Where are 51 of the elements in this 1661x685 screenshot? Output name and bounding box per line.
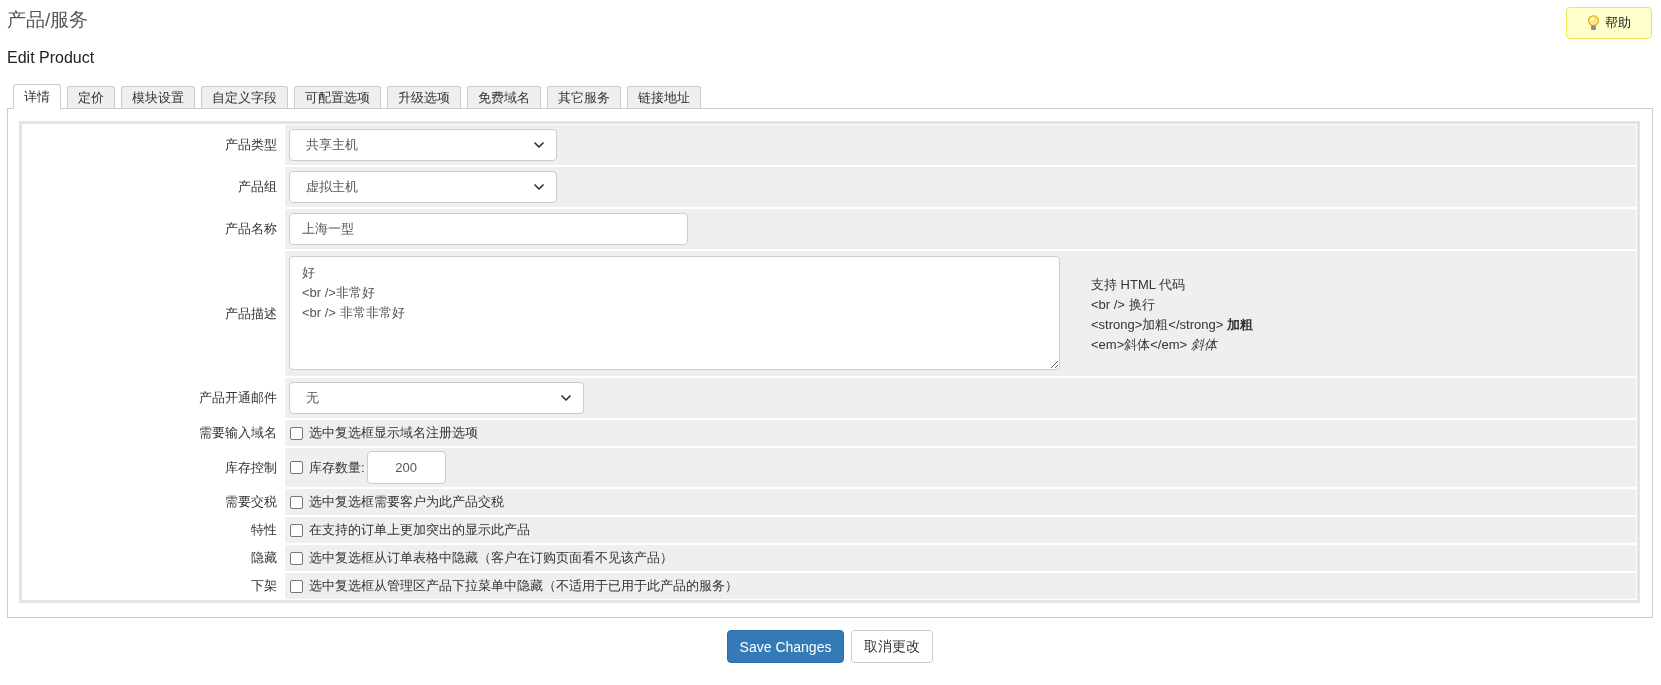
field-label: 产品名称: [225, 220, 277, 238]
tab[interactable]: 升级选项: [387, 86, 461, 108]
tab[interactable]: 其它服务: [547, 86, 621, 108]
checkbox-label: 选中复选框需要客户为此产品交税: [309, 493, 504, 511]
checkbox[interactable]: [290, 426, 303, 440]
tab[interactable]: 定价: [67, 86, 115, 108]
format-hint: <br /> 换行: [1091, 296, 1156, 314]
checkbox-label: 库存数量:: [309, 458, 365, 477]
chevron-down-icon: [534, 184, 544, 190]
checkbox-label: 选中复选框显示域名注册选项: [309, 424, 478, 442]
text-input[interactable]: 上海一型: [289, 213, 688, 245]
checkbox[interactable]: [290, 579, 303, 593]
field-label: 产品组: [238, 178, 277, 196]
checkbox-label: 在支持的订单上更加突出的显示此产品: [309, 521, 530, 539]
field-label: 特性: [251, 521, 277, 539]
format-hint: <em>斜体</em> 斜体: [1091, 336, 1219, 354]
chevron-down-icon: [561, 395, 571, 401]
tab[interactable]: 自定义字段: [201, 86, 288, 108]
select-field[interactable]: 虚拟主机: [289, 171, 557, 203]
format-hint: <strong>加粗</strong> 加粗: [1091, 316, 1253, 334]
tab[interactable]: 可配置选项: [294, 86, 381, 108]
field-label: 需要输入域名: [199, 424, 277, 442]
field-label: 下架: [251, 577, 277, 595]
format-hint: 支持 HTML 代码: [1091, 276, 1187, 294]
tab[interactable]: 详情: [13, 84, 61, 109]
help-button[interactable]: 帮助: [1566, 7, 1652, 39]
checkbox[interactable]: [290, 495, 303, 509]
checkbox-label: 选中复选框从订单表格中隐藏（客户在订购页面看不见该产品）: [309, 549, 673, 567]
cancel-button[interactable]: 取消更改: [851, 630, 934, 663]
field-label: 产品类型: [225, 136, 277, 154]
field-label: 隐藏: [251, 549, 277, 567]
checkbox-label: 选中复选框从管理区产品下拉菜单中隐藏（不适用于已用于此产品的服务）: [309, 577, 738, 595]
page-title: 产品/服务: [7, 8, 89, 32]
select-field[interactable]: 共享主机: [289, 129, 557, 161]
save-button[interactable]: Save Changes: [726, 630, 845, 663]
checkbox[interactable]: [290, 523, 303, 537]
textarea-field[interactable]: 好 <br />非常好 <br /> 非常非常好: [289, 256, 1060, 370]
tab[interactable]: 模块设置: [121, 86, 195, 108]
chevron-down-icon: [534, 142, 544, 148]
field-label: 库存控制: [225, 458, 277, 477]
checkbox[interactable]: [290, 551, 303, 565]
select-field[interactable]: 无: [289, 382, 584, 414]
field-label: 产品开通邮件: [199, 389, 277, 407]
tab[interactable]: 链接地址: [627, 86, 701, 108]
field-label: 需要交税: [225, 493, 277, 511]
checkbox[interactable]: [290, 461, 303, 474]
quantity-input[interactable]: 200: [366, 451, 446, 484]
lightbulb-icon: [1587, 15, 1599, 31]
tab[interactable]: 免费域名: [467, 86, 541, 108]
field-label: 产品描述: [225, 304, 277, 323]
page-subtitle: Edit Product: [7, 48, 96, 68]
